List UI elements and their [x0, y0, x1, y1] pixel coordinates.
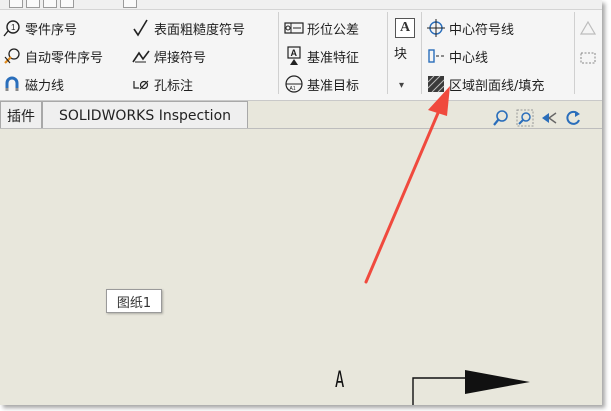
solidworks-window: 1 零件序号 自动零件序号 磁力线 表面粗糙度符号 焊接符号 孔标注 形位公差 … [0, 0, 602, 405]
red-pointer-arrow [364, 86, 450, 284]
